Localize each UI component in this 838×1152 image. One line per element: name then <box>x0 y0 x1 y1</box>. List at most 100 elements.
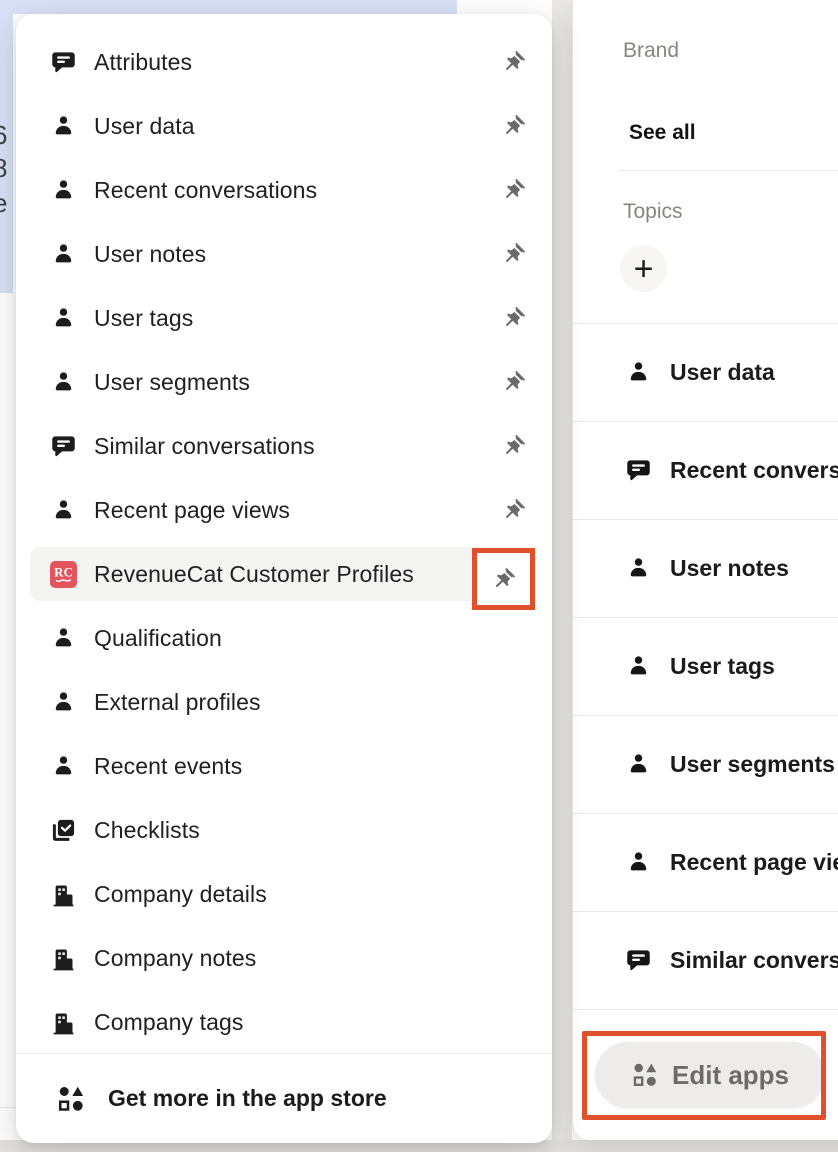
company-icon <box>50 945 77 972</box>
person-icon <box>50 689 77 716</box>
app-store-icon <box>56 1084 86 1114</box>
pin-icon[interactable] <box>501 178 526 203</box>
highlighted-text-block-left: : 6 8 e <box>0 0 13 293</box>
dropdown-menu-item-user-tags[interactable]: User tags <box>16 286 552 350</box>
get-more-apps-label: Get more in the app store <box>108 1085 387 1112</box>
company-icon <box>50 881 77 908</box>
pinned-app-row-user-tags[interactable]: User tags <box>573 618 838 716</box>
pin-icon[interactable] <box>501 114 526 139</box>
topics-section-label: Topics <box>623 200 683 224</box>
dropdown-item-label: Company notes <box>94 945 526 972</box>
chat-icon <box>625 947 652 974</box>
dropdown-item-label: User segments <box>94 369 493 396</box>
pinned-apps-list: User data Recent conversations User note… <box>573 324 838 1010</box>
pinned-app-label: User tags <box>670 653 775 680</box>
checklist-icon <box>50 817 77 844</box>
dropdown-item-label: User notes <box>94 241 493 268</box>
dropdown-item-label: Attributes <box>94 49 493 76</box>
dropdown-item-label: Company tags <box>94 1009 526 1036</box>
pin-icon[interactable] <box>491 567 516 592</box>
pinned-app-row-user-segments[interactable]: User segments <box>573 716 838 814</box>
chat-icon <box>50 49 77 76</box>
pinned-app-label: Similar conversations <box>670 947 838 974</box>
dropdown-menu-item-company-notes[interactable]: Company notes <box>16 926 552 990</box>
highlighted-text-block-top <box>0 0 457 14</box>
see-all-link[interactable]: See all <box>629 121 696 145</box>
background-divider <box>0 1107 16 1108</box>
divider <box>619 170 838 171</box>
clipped-text-fragment: e <box>0 190 13 216</box>
dropdown-menu-item-user-segments[interactable]: User segments <box>16 350 552 414</box>
dropdown-menu-item-company-details[interactable]: Company details <box>16 862 552 926</box>
dropdown-menu-item-checklists[interactable]: Checklists <box>16 798 552 862</box>
company-icon <box>50 1009 77 1036</box>
pinned-app-label: User segments <box>670 751 835 778</box>
dropdown-menu-item-recent-conversations[interactable]: Recent conversations <box>16 158 552 222</box>
pinned-app-label: User notes <box>670 555 789 582</box>
pinned-app-label: Recent page views <box>670 849 838 876</box>
dropdown-item-label: Qualification <box>94 625 526 652</box>
annotation-rect-pin <box>472 548 535 610</box>
pinned-app-row-recent-page-views[interactable]: Recent page views <box>573 814 838 912</box>
dropdown-menu-item-user-notes[interactable]: User notes <box>16 222 552 286</box>
conversation-details-panel: Brand See all Topics + User data Recent … <box>572 0 838 1140</box>
revenuecat-icon: RC <box>50 561 77 588</box>
person-icon <box>50 113 77 140</box>
get-more-apps-button[interactable]: Get more in the app store <box>16 1053 552 1143</box>
dropdown-menu-item-company-tags[interactable]: Company tags <box>16 990 552 1054</box>
dropdown-item-label: Checklists <box>94 817 526 844</box>
pinned-app-label: Recent conversations <box>670 457 838 484</box>
apps-dropdown-list: Attributes User data Recent conversation… <box>16 30 552 1054</box>
person-icon <box>50 753 77 780</box>
dropdown-menu-item-recent-page-views[interactable]: Recent page views <box>16 478 552 542</box>
person-icon <box>50 497 77 524</box>
dropdown-item-label: Similar conversations <box>94 433 493 460</box>
pinned-app-row-recent-conversations[interactable]: Recent conversations <box>573 422 838 520</box>
pin-icon[interactable] <box>501 50 526 75</box>
dropdown-menu-item-user-data[interactable]: User data <box>16 94 552 158</box>
dropdown-item-label: RevenueCat Customer Profiles <box>94 561 493 588</box>
person-icon <box>50 625 77 652</box>
dropdown-menu-item-attributes[interactable]: Attributes <box>16 30 552 94</box>
dropdown-menu-item-qualification[interactable]: Qualification <box>16 606 552 670</box>
clipped-text-fragment: : <box>0 90 13 116</box>
dropdown-menu-item-external-profiles[interactable]: External profiles <box>16 670 552 734</box>
pinned-app-label: User data <box>670 359 775 386</box>
chat-icon <box>625 457 652 484</box>
chat-icon <box>50 433 77 460</box>
add-topic-button[interactable]: + <box>620 245 667 292</box>
page-gap-strip <box>552 0 572 1152</box>
dropdown-item-label: Company details <box>94 881 526 908</box>
person-icon <box>50 177 77 204</box>
dropdown-item-label: Recent events <box>94 753 526 780</box>
pin-icon[interactable] <box>501 370 526 395</box>
person-icon <box>50 369 77 396</box>
dropdown-item-label: User data <box>94 113 493 140</box>
person-icon <box>625 359 652 386</box>
pinned-app-row-similar-conversations[interactable]: Similar conversations <box>573 912 838 1010</box>
dropdown-item-label: User tags <box>94 305 493 332</box>
pin-icon[interactable] <box>501 434 526 459</box>
person-icon <box>50 241 77 268</box>
dropdown-menu-item-similar-conversations[interactable]: Similar conversations <box>16 414 552 478</box>
person-icon <box>625 751 652 778</box>
pin-icon[interactable] <box>501 498 526 523</box>
page: : 6 8 e Attributes User data Recent conv… <box>0 0 838 1152</box>
person-icon <box>625 555 652 582</box>
annotation-rect-edit-apps <box>582 1031 826 1120</box>
dropdown-item-label: Recent conversations <box>94 177 493 204</box>
person-icon <box>50 305 77 332</box>
svg-text:RC: RC <box>54 564 73 579</box>
dropdown-menu-item-recent-events[interactable]: Recent events <box>16 734 552 798</box>
brand-section-label: Brand <box>623 39 679 63</box>
dropdown-item-label: External profiles <box>94 689 526 716</box>
person-icon <box>625 849 652 876</box>
pin-icon[interactable] <box>501 306 526 331</box>
person-icon <box>625 653 652 680</box>
clipped-text-fragment: 8 <box>0 155 13 181</box>
clipped-text-fragment: 6 <box>0 122 13 148</box>
pinned-app-row-user-notes[interactable]: User notes <box>573 520 838 618</box>
pinned-app-row-user-data[interactable]: User data <box>573 324 838 422</box>
pin-icon[interactable] <box>501 242 526 267</box>
plus-icon: + <box>634 252 654 286</box>
